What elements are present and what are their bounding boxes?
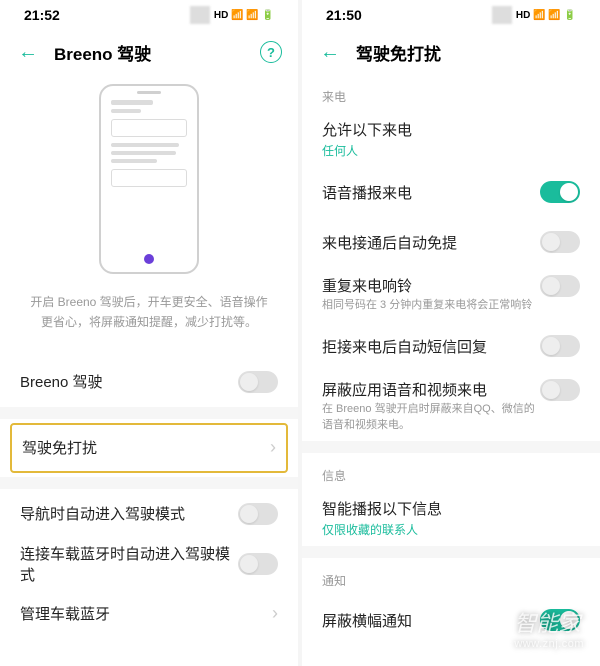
row-sublabel: 相同号码在 3 分钟内重复来电将会正常响铃 bbox=[322, 298, 540, 313]
highlight-dnd: 驾驶免打扰 › bbox=[10, 423, 288, 473]
status-time: 21:50 bbox=[326, 7, 362, 23]
row-label: 驾驶免打扰 bbox=[22, 437, 270, 458]
row-label: 来电接通后自动免提 bbox=[322, 232, 540, 253]
help-icon[interactable]: ? bbox=[260, 41, 282, 63]
divider bbox=[302, 441, 600, 453]
row-label: 重复来电响铃 bbox=[322, 275, 540, 296]
row-auto-handsfree[interactable]: 来电接通后自动免提 bbox=[302, 217, 600, 267]
row-auto-nav[interactable]: 导航时自动进入驾驶模式 bbox=[0, 489, 298, 539]
section-header-messages: 信息 bbox=[302, 453, 600, 490]
row-drive-dnd[interactable]: 驾驶免打扰 › bbox=[12, 425, 286, 471]
section-header-calls: 来电 bbox=[302, 74, 600, 111]
row-label: 屏蔽应用语音和视频来电 bbox=[322, 379, 540, 400]
row-sublabel: 在 Breeno 驾驶开启时屏蔽来自QQ、微信的语音和视频来电。 bbox=[322, 402, 540, 433]
toggle-auto-reply[interactable] bbox=[540, 335, 580, 357]
divider bbox=[0, 407, 298, 419]
back-icon[interactable]: ← bbox=[318, 41, 342, 64]
toggle-block-appcall[interactable] bbox=[540, 379, 580, 401]
page-title: Breeno 驾驶 bbox=[54, 40, 246, 65]
row-repeat-ring[interactable]: 重复来电响铃 相同号码在 3 分钟内重复来电将会正常响铃 bbox=[302, 267, 600, 321]
toggle-repeat-ring[interactable] bbox=[540, 275, 580, 297]
row-smart-broadcast[interactable]: 智能播报以下信息 仅限收藏的联系人 bbox=[302, 490, 600, 546]
toggle-auto-nav[interactable] bbox=[238, 503, 278, 525]
toggle-auto-bt[interactable] bbox=[238, 553, 278, 575]
title-bar: ← 驾驶免打扰 bbox=[302, 30, 600, 74]
title-bar: ← Breeno 驾驶 ? bbox=[0, 30, 298, 74]
illustration bbox=[0, 84, 298, 274]
back-icon[interactable]: ← bbox=[16, 41, 40, 64]
toggle-block-banner[interactable] bbox=[540, 609, 580, 631]
status-icons: HD 📶 📶 🔋 bbox=[492, 6, 576, 24]
screenshot-right: 21:50 HD 📶 📶 🔋 ← 驾驶免打扰 来电 允许以下来电 任何人 语音播… bbox=[302, 0, 600, 666]
row-label: 导航时自动进入驾驶模式 bbox=[20, 503, 238, 524]
screenshot-left: 21:52 HD 📶 📶 🔋 ← Breeno 驾驶 ? 开启 Breeno 驾… bbox=[0, 0, 298, 666]
divider bbox=[0, 477, 298, 489]
row-label: 语音播报来电 bbox=[322, 182, 540, 203]
status-bar: 21:52 HD 📶 📶 🔋 bbox=[0, 0, 298, 30]
row-voice-announce[interactable]: 语音播报来电 bbox=[302, 167, 600, 217]
divider bbox=[302, 546, 600, 558]
row-value: 任何人 bbox=[322, 142, 580, 159]
row-label: 智能播报以下信息 bbox=[322, 498, 580, 519]
row-breeno-drive[interactable]: Breeno 驾驶 bbox=[0, 357, 298, 407]
row-auto-bt[interactable]: 连接车载蓝牙时自动进入驾驶模式 bbox=[0, 539, 298, 589]
row-label: 管理车载蓝牙 bbox=[20, 603, 272, 624]
chevron-right-icon: › bbox=[270, 437, 276, 458]
phone-mockup bbox=[99, 84, 199, 274]
row-label: 连接车载蓝牙时自动进入驾驶模式 bbox=[20, 543, 238, 585]
row-label: Breeno 驾驶 bbox=[20, 371, 238, 392]
toggle-auto-handsfree[interactable] bbox=[540, 231, 580, 253]
row-label: 屏蔽横幅通知 bbox=[322, 610, 540, 631]
row-block-appcall[interactable]: 屏蔽应用语音和视频来电 在 Breeno 驾驶开启时屏蔽来自QQ、微信的语音和视… bbox=[302, 371, 600, 441]
chevron-right-icon: › bbox=[272, 603, 278, 624]
row-label: 拒接来电后自动短信回复 bbox=[322, 336, 540, 357]
row-block-banner[interactable]: 屏蔽横幅通知 bbox=[302, 595, 600, 645]
section-header-notifications: 通知 bbox=[302, 558, 600, 595]
row-value: 仅限收藏的联系人 bbox=[322, 521, 580, 538]
status-bar: 21:50 HD 📶 📶 🔋 bbox=[302, 0, 600, 30]
status-icons: HD 📶 📶 🔋 bbox=[190, 6, 274, 24]
toggle-breeno-drive[interactable] bbox=[238, 371, 278, 393]
row-auto-reply[interactable]: 拒接来电后自动短信回复 bbox=[302, 321, 600, 371]
status-time: 21:52 bbox=[24, 7, 60, 23]
row-allow-calls[interactable]: 允许以下来电 任何人 bbox=[302, 111, 600, 167]
description-text: 开启 Breeno 驾驶后，开车更安全、语音操作更省心，将屏蔽通知提醒，减少打扰… bbox=[0, 274, 298, 357]
page-title: 驾驶免打扰 bbox=[356, 40, 584, 65]
toggle-voice-announce[interactable] bbox=[540, 181, 580, 203]
row-label: 允许以下来电 bbox=[322, 119, 580, 140]
row-manage-bt[interactable]: 管理车载蓝牙 › bbox=[0, 589, 298, 639]
